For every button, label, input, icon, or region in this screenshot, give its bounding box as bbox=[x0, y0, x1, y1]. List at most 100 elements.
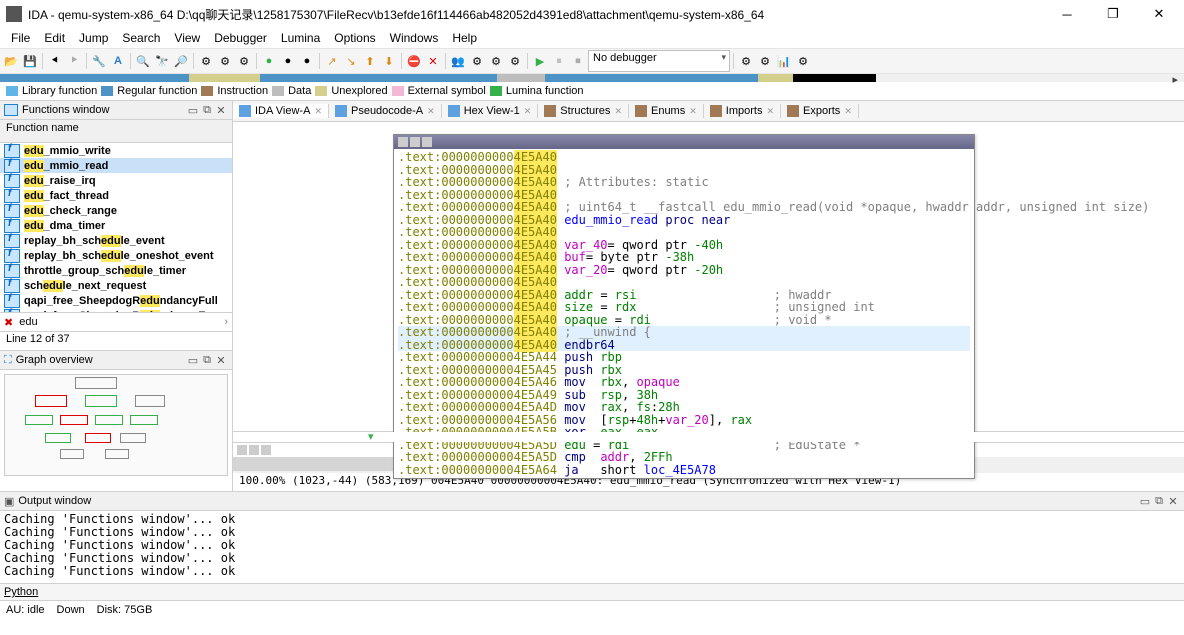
tool-icon[interactable]: ⚙ bbox=[487, 52, 505, 70]
tab-imports[interactable]: Imports✕ bbox=[704, 104, 781, 118]
tool-icon[interactable]: ● bbox=[279, 52, 297, 70]
function-row[interactable]: edu_check_range bbox=[0, 203, 232, 218]
run-icon[interactable]: ▶ bbox=[531, 52, 549, 70]
pane-pin-icon[interactable]: ⧉ bbox=[200, 104, 214, 117]
tab-close-icon[interactable]: ✕ bbox=[524, 106, 532, 117]
output-body[interactable]: Caching 'Functions window'... okCaching … bbox=[0, 511, 1184, 583]
scroll-right-icon[interactable]: › bbox=[224, 316, 228, 328]
secondary-nav-band[interactable]: ▾ bbox=[233, 432, 1184, 442]
python-cli[interactable]: Python bbox=[0, 583, 1184, 600]
tab-exports[interactable]: Exports✕ bbox=[781, 104, 859, 118]
pane-close-icon[interactable]: ✕ bbox=[214, 354, 228, 367]
delete-icon[interactable]: ✕ bbox=[424, 52, 442, 70]
nav-icon[interactable]: ↘ bbox=[342, 52, 360, 70]
function-row[interactable]: throttle_group_schedule_timer bbox=[0, 263, 232, 278]
menu-view[interactable]: View bbox=[167, 30, 207, 46]
tool-icon[interactable]: 🔧 bbox=[90, 52, 108, 70]
search-next-icon[interactable]: 🔎 bbox=[172, 52, 190, 70]
functions-header[interactable]: Function name bbox=[0, 120, 232, 143]
tool-icon[interactable]: ⚙ bbox=[235, 52, 253, 70]
tab-close-icon[interactable]: ✕ bbox=[314, 106, 322, 117]
disasm-line[interactable]: .text:00000000004E5A64 ja short loc_4E5A… bbox=[398, 464, 970, 477]
nav-fwd-icon[interactable]: ⯈ bbox=[65, 52, 83, 70]
disasm-tool-icon[interactable] bbox=[410, 137, 420, 147]
people-icon[interactable]: 👥 bbox=[449, 52, 467, 70]
pause-icon[interactable]: ⏸ bbox=[550, 52, 568, 70]
save-icon[interactable]: 💾 bbox=[21, 52, 39, 70]
tool-icon[interactable]: ⚙ bbox=[794, 52, 812, 70]
menu-lumina[interactable]: Lumina bbox=[274, 30, 327, 46]
tab-structures[interactable]: Structures✕ bbox=[538, 104, 629, 118]
stop-icon[interactable]: ⛔ bbox=[405, 52, 423, 70]
function-row[interactable]: qapi_free_SheepdogRedundancyFull bbox=[0, 293, 232, 308]
disasm-tool-icon[interactable] bbox=[398, 137, 408, 147]
maximize-button[interactable]: ❐ bbox=[1090, 0, 1136, 28]
filter-input[interactable] bbox=[17, 315, 224, 329]
pane-pin-icon[interactable]: ⧉ bbox=[200, 354, 214, 367]
tool-icon[interactable]: ⚙ bbox=[468, 52, 486, 70]
tool-icon[interactable]: ⚙ bbox=[197, 52, 215, 70]
function-row[interactable]: edu_fact_thread bbox=[0, 188, 232, 203]
tab-enums[interactable]: Enums✕ bbox=[629, 104, 704, 118]
view-tool-icon[interactable] bbox=[261, 445, 271, 455]
pane-restore-icon[interactable]: ▭ bbox=[186, 104, 200, 117]
tab-pseudocode-a[interactable]: Pseudocode-A✕ bbox=[329, 104, 442, 118]
pane-pin-icon[interactable]: ⧉ bbox=[1152, 495, 1166, 508]
menu-debugger[interactable]: Debugger bbox=[207, 30, 274, 46]
pane-close-icon[interactable]: ✕ bbox=[214, 104, 228, 117]
nav-icon[interactable]: ⬆ bbox=[361, 52, 379, 70]
clear-filter-icon[interactable]: ✖ bbox=[4, 316, 13, 329]
pane-close-icon[interactable]: ✕ bbox=[1166, 495, 1180, 508]
open-icon[interactable]: 📂 bbox=[2, 52, 20, 70]
search-icon[interactable]: 🔍 bbox=[134, 52, 152, 70]
python-label[interactable]: Python bbox=[4, 586, 38, 598]
menu-options[interactable]: Options bbox=[327, 30, 382, 46]
tab-close-icon[interactable]: ✕ bbox=[766, 106, 774, 117]
pane-restore-icon[interactable]: ▭ bbox=[186, 354, 200, 367]
minimize-button[interactable]: ─ bbox=[1044, 0, 1090, 28]
pane-restore-icon[interactable]: ▭ bbox=[1138, 495, 1152, 508]
tool-icon[interactable]: ⚙ bbox=[216, 52, 234, 70]
function-row[interactable]: edu_mmio_read bbox=[0, 158, 232, 173]
function-row[interactable]: schedule_next_request bbox=[0, 278, 232, 293]
function-row[interactable]: edu_raise_irq bbox=[0, 173, 232, 188]
menu-help[interactable]: Help bbox=[445, 30, 484, 46]
nav-icon[interactable]: ⬇ bbox=[380, 52, 398, 70]
tab-hex-view-1[interactable]: Hex View-1✕ bbox=[442, 104, 539, 118]
menu-file[interactable]: File bbox=[4, 30, 37, 46]
ida-view[interactable]: .text:00000000004E5A40.text:00000000004E… bbox=[233, 122, 1184, 432]
function-row[interactable]: edu_dma_timer bbox=[0, 218, 232, 233]
menu-windows[interactable]: Windows bbox=[383, 30, 446, 46]
binoculars-icon[interactable]: 🔭 bbox=[153, 52, 171, 70]
function-row[interactable]: replay_bh_schedule_oneshot_event bbox=[0, 248, 232, 263]
tab-close-icon[interactable]: ✕ bbox=[427, 106, 435, 117]
view-tool-icon[interactable] bbox=[237, 445, 247, 455]
navigation-band[interactable]: ▸ bbox=[0, 74, 1184, 82]
tool-icon[interactable]: ⚙ bbox=[756, 52, 774, 70]
tab-close-icon[interactable]: ✕ bbox=[614, 106, 622, 117]
nav-back-icon[interactable]: ⯇ bbox=[46, 52, 64, 70]
debugger-combo[interactable]: No debugger bbox=[588, 50, 730, 72]
tool-icon[interactable]: ⚙ bbox=[737, 52, 755, 70]
tool-icon[interactable]: 📊 bbox=[775, 52, 793, 70]
function-row[interactable]: replay_bh_schedule_event bbox=[0, 233, 232, 248]
tab-ida-view-a[interactable]: IDA View-A✕ bbox=[233, 104, 329, 118]
tab-close-icon[interactable]: ✕ bbox=[844, 106, 852, 117]
menu-edit[interactable]: Edit bbox=[37, 30, 72, 46]
tool-icon[interactable]: ⚙ bbox=[506, 52, 524, 70]
graph-overview[interactable] bbox=[4, 374, 228, 476]
functions-list[interactable]: edu_mmio_writeedu_mmio_readedu_raise_irq… bbox=[0, 143, 232, 312]
view-tool-icon[interactable] bbox=[249, 445, 259, 455]
disasm-tool-icon[interactable] bbox=[422, 137, 432, 147]
stop-icon[interactable]: ⏹ bbox=[569, 52, 587, 70]
menu-search[interactable]: Search bbox=[115, 30, 167, 46]
tab-close-icon[interactable]: ✕ bbox=[689, 106, 697, 117]
text-icon[interactable]: A bbox=[109, 52, 127, 70]
function-row[interactable]: edu_mmio_write bbox=[0, 143, 232, 158]
tool-icon[interactable]: ● bbox=[298, 52, 316, 70]
close-button[interactable]: ✕ bbox=[1136, 0, 1182, 28]
menu-jump[interactable]: Jump bbox=[72, 30, 115, 46]
lumina-icon[interactable]: ● bbox=[260, 52, 278, 70]
nav-icon[interactable]: ↗ bbox=[323, 52, 341, 70]
disassembly-listing[interactable]: .text:00000000004E5A40.text:00000000004E… bbox=[394, 149, 974, 478]
